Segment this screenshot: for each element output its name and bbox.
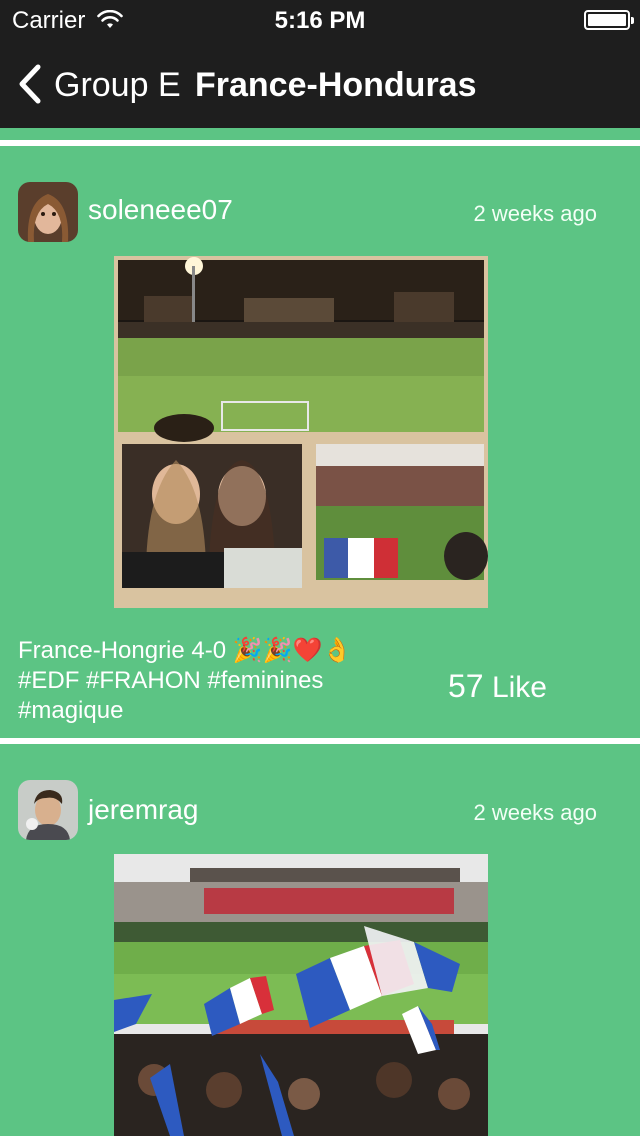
avatar[interactable]: [18, 182, 78, 242]
clock: 5:16 PM: [274, 7, 366, 34]
like-button[interactable]: 57 Like: [448, 668, 547, 705]
navigation-bar: Group E France-Honduras: [0, 40, 640, 129]
avatar[interactable]: [18, 780, 78, 840]
feed[interactable]: soleneee07 2 weeks ago France-Hongrie 4-…: [0, 128, 640, 1136]
username[interactable]: soleneee07: [88, 194, 233, 226]
back-button[interactable]: Group E: [54, 66, 181, 105]
battery-icon: [584, 10, 634, 30]
battery-fill: [588, 14, 626, 26]
like-label: Like: [491, 671, 547, 704]
like-count: 57: [448, 668, 484, 704]
post-photo[interactable]: [114, 256, 488, 608]
post-caption: France-Hongrie 4-0 🎉🎉❤️👌 #EDF #FRAHON #f…: [18, 636, 418, 726]
previous-post-edge: [0, 128, 640, 140]
list-item[interactable]: jeremrag 2 weeks ago: [0, 744, 640, 1136]
list-item[interactable]: soleneee07 2 weeks ago France-Hongrie 4-…: [0, 146, 640, 738]
post-photo[interactable]: [114, 854, 488, 1136]
caption-line: France-Hongrie 4-0 🎉🎉❤️👌: [18, 637, 353, 664]
page-title: France-Honduras: [195, 66, 477, 104]
chevron-left-icon[interactable]: [16, 64, 46, 104]
username[interactable]: jeremrag: [88, 794, 198, 826]
timestamp: 2 weeks ago: [473, 201, 597, 226]
timestamp: 2 weeks ago: [473, 800, 597, 825]
caption-line: #magique: [18, 697, 124, 724]
caption-line: #EDF #FRAHON #feminines: [18, 667, 324, 694]
status-bar: Carrier 5:16 PM: [0, 0, 640, 40]
